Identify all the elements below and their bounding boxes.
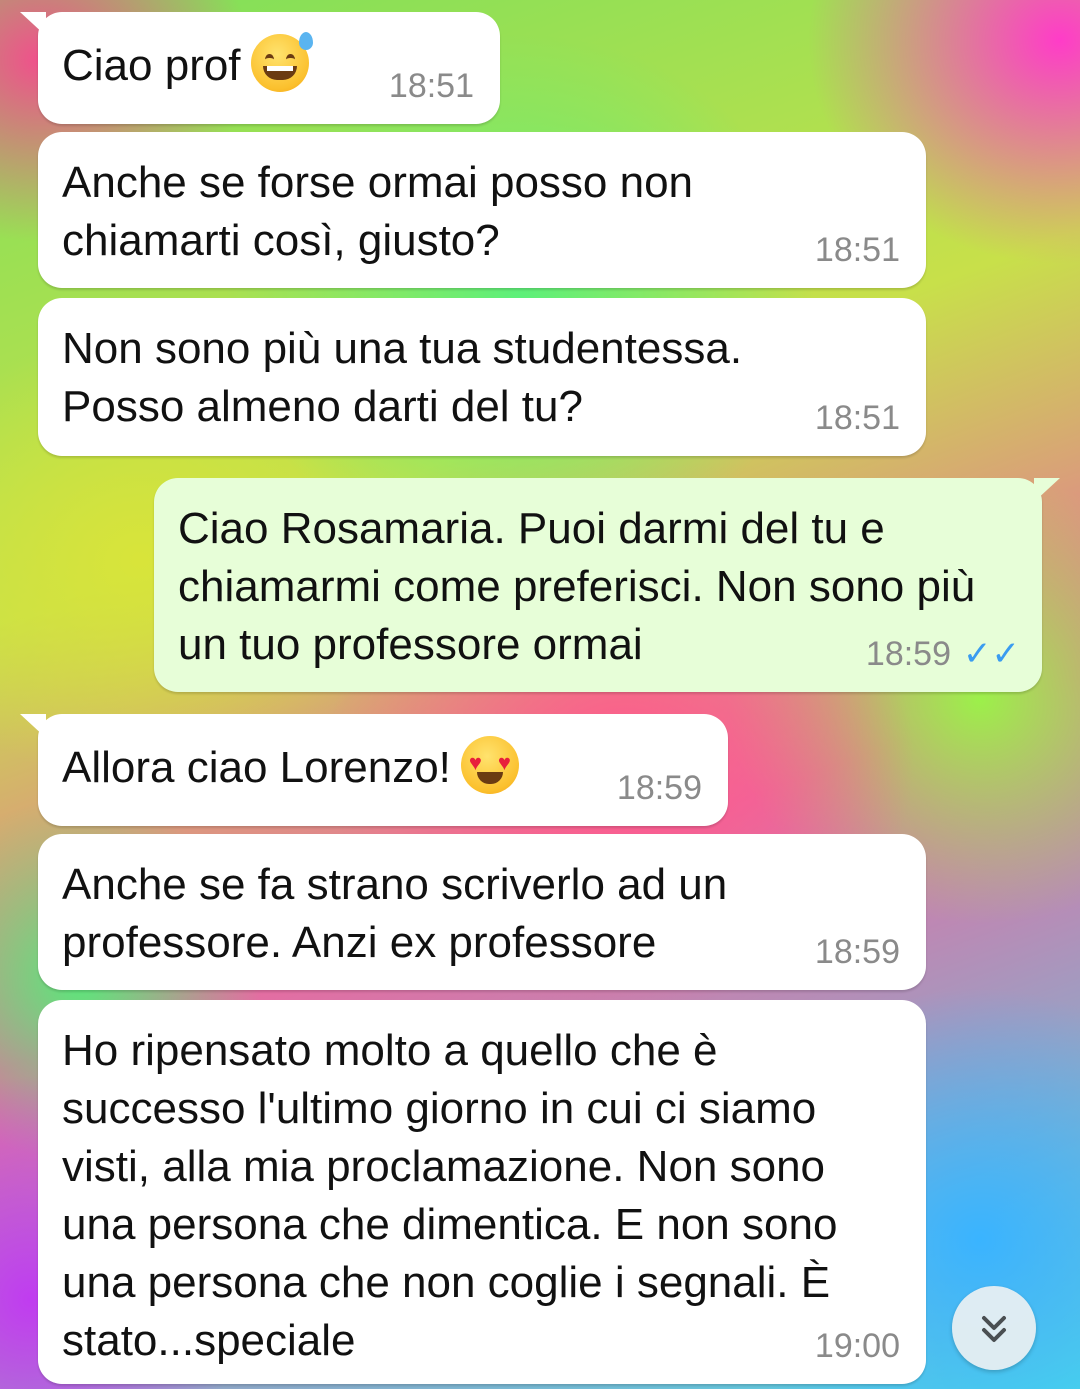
heart-eyes-emoji-icon: ♥ ♥ — [460, 736, 519, 794]
message-time-value: 18:59 — [865, 635, 952, 673]
message-timestamp: 18:59 — [814, 933, 900, 971]
double-chevron-down-icon — [982, 1316, 1006, 1342]
message-timestamp: 18:51 — [388, 67, 474, 105]
message-bubble-incoming[interactable]: Allora ciao Lorenzo! ♥ ♥ 18:59 — [20, 714, 728, 826]
message-text: Non sono più una tua studentessa. Posso … — [62, 324, 755, 431]
message-timestamp: 18:51 — [814, 399, 900, 437]
read-ticks-icon: ✓✓ — [963, 635, 1020, 673]
message-timestamp: 18:59 ✓✓ — [866, 634, 1020, 674]
message-bubble-incoming[interactable]: Anche se fa strano scriverlo ad un profe… — [38, 834, 926, 990]
message-text: Anche se fa strano scriverlo ad un profe… — [62, 860, 740, 967]
message-text: Ciao prof — [62, 41, 241, 90]
message-bubble-incoming[interactable]: Ho ripensato molto a quello che è succes… — [38, 1000, 926, 1384]
message-timestamp: 19:00 — [814, 1327, 900, 1365]
scroll-to-bottom-button[interactable] — [952, 1286, 1036, 1370]
message-timestamp: 18:51 — [814, 231, 900, 269]
message-bubble-incoming[interactable]: Ciao prof 18:51 — [20, 12, 500, 124]
message-timestamp: 18:59 — [616, 769, 702, 807]
message-bubble-incoming[interactable]: Non sono più una tua studentessa. Posso … — [38, 298, 926, 456]
message-text: Allora ciao Lorenzo! — [62, 743, 451, 792]
message-text: Anche se forse ormai posso non chiamarti… — [62, 158, 706, 265]
message-bubble-incoming[interactable]: Anche se forse ormai posso non chiamarti… — [38, 132, 926, 288]
message-bubble-outgoing[interactable]: Ciao Rosamaria. Puoi darmi del tu e chia… — [154, 478, 1060, 692]
message-text: Ho ripensato molto a quello che è succes… — [62, 1026, 850, 1365]
grinning-sweat-emoji-icon — [250, 32, 313, 92]
